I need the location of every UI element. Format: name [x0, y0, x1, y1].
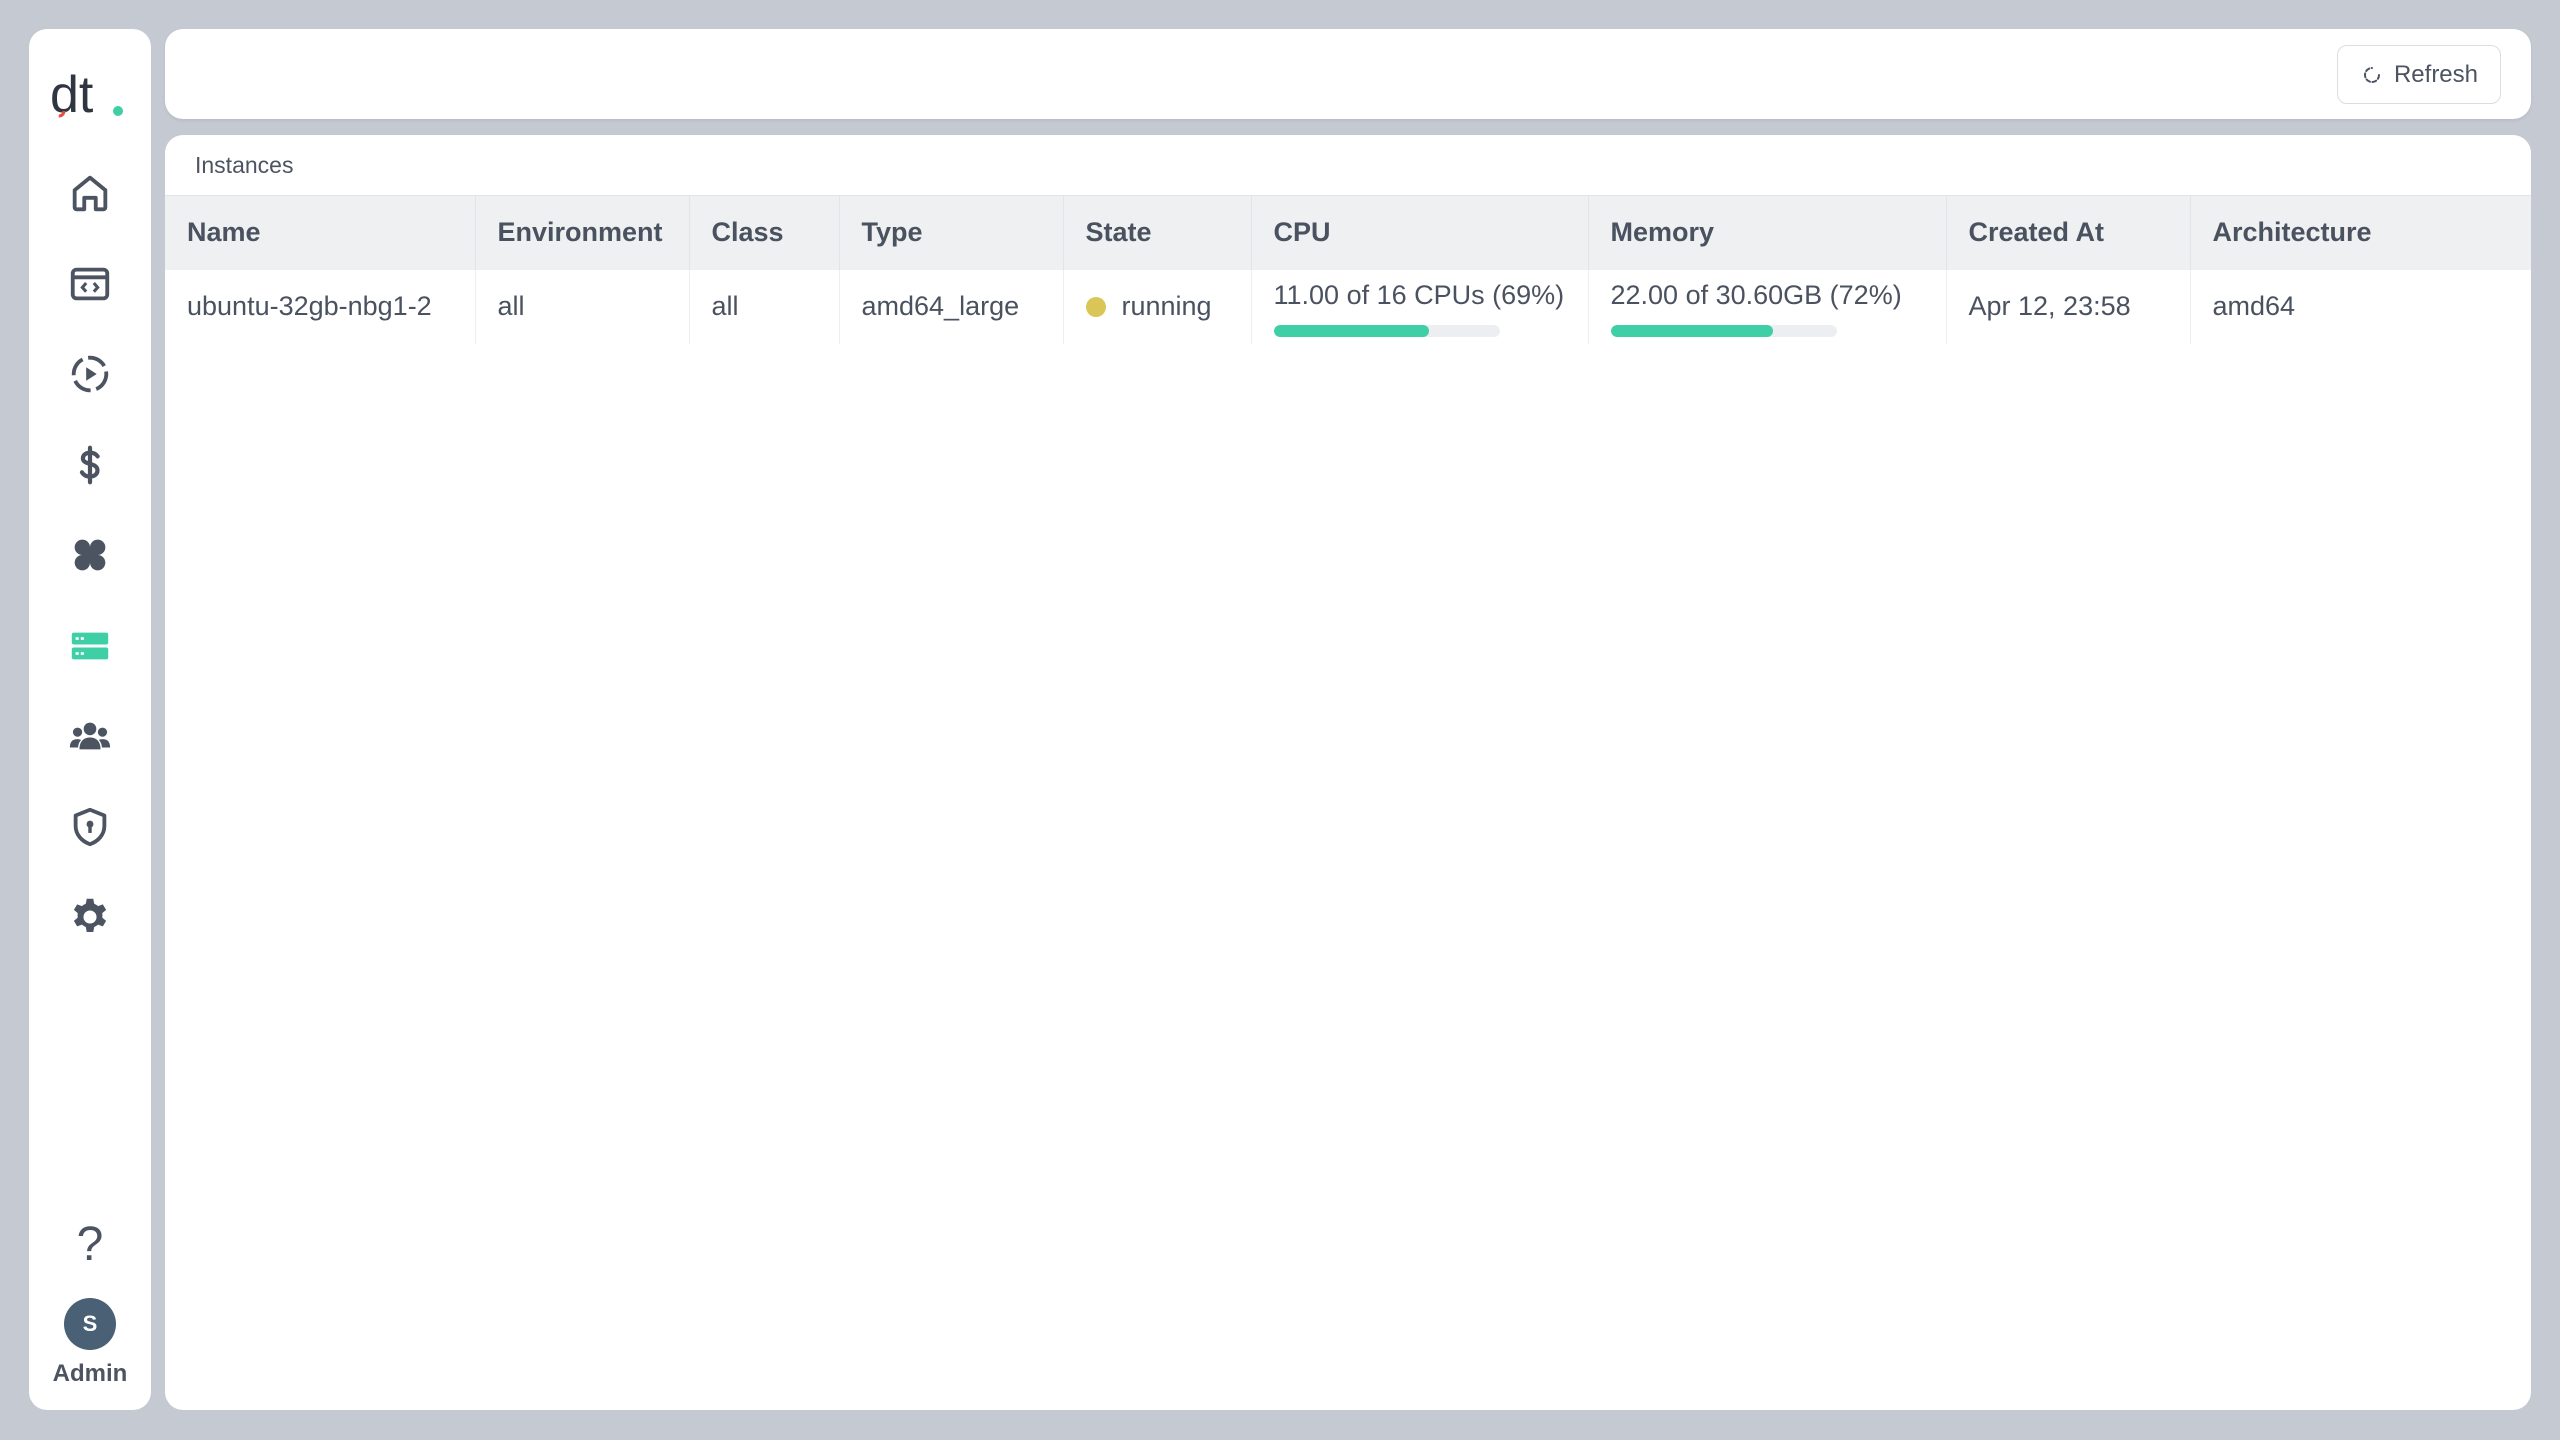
- sidebar-item-billing[interactable]: [50, 420, 130, 511]
- cell-architecture: amd64: [2212, 291, 2296, 321]
- column-header-name[interactable]: Name: [165, 195, 476, 270]
- sidebar-item-home[interactable]: [50, 148, 130, 239]
- sidebar-nav: [50, 148, 130, 963]
- sidebar-item-settings[interactable]: [50, 872, 130, 963]
- gear-icon: [73, 899, 107, 933]
- sidebar-item-code-window[interactable]: [50, 239, 130, 330]
- cell-type: amd64_large: [839, 269, 1064, 344]
- instances-table: Name Environment Class Type State CPU Me…: [165, 195, 2531, 344]
- column-header-cpu[interactable]: CPU: [1251, 195, 1589, 270]
- cpu-usage-text: 11.00 of 16 CPUs (69%): [1273, 280, 1565, 310]
- cell-state: running: [1063, 269, 1252, 344]
- cpu-usage-bar-fill: [1273, 325, 1430, 337]
- cell-name: ubuntu-32gb-nbg1-2: [165, 269, 476, 344]
- sidebar-bottom: ? S Admin: [50, 1204, 130, 1388]
- server-icon: [71, 632, 109, 660]
- logo-text: dt: [50, 66, 94, 124]
- cell-environment: all: [475, 269, 690, 344]
- dollar-icon: [79, 445, 100, 485]
- cpu-usage-bar: [1273, 325, 1500, 337]
- memory-usage-bar-fill: [1610, 325, 1774, 337]
- refresh-button-label: Refresh: [2393, 60, 2479, 88]
- topbar: Refresh: [165, 29, 2531, 119]
- help-icon[interactable]: ?: [50, 1204, 130, 1284]
- cell-created-at: Apr 12, 23:58: [1946, 269, 2191, 344]
- table-header-row: Name Environment Class Type State CPU Me…: [165, 195, 2531, 270]
- memory-usage-bar: [1610, 325, 1837, 337]
- column-header-class[interactable]: Class: [689, 195, 840, 270]
- memory-usage-text: 22.00 of 30.60GB (72%): [1610, 280, 1902, 310]
- state-label: running: [1121, 291, 1212, 321]
- column-header-memory[interactable]: Memory: [1588, 195, 1947, 270]
- sidebar-item-runs[interactable]: [50, 329, 130, 420]
- user-name: Admin: [52, 1360, 128, 1387]
- instances-panel: Instances Name Environment Class Type St…: [165, 135, 2531, 1410]
- cell-memory: 22.00 of 30.60GB (72%): [1588, 269, 1947, 344]
- shield-icon: [73, 807, 107, 846]
- refresh-button[interactable]: Refresh: [2337, 45, 2501, 104]
- code-window-icon: [70, 267, 110, 301]
- column-header-type[interactable]: Type: [839, 195, 1064, 270]
- avatar[interactable]: S: [64, 1298, 116, 1350]
- dt-logo-icon: dt: [50, 66, 123, 124]
- home-icon: [72, 176, 108, 212]
- sidebar: dt ? S Admin: [29, 29, 151, 1410]
- state-indicator-dot: [1085, 296, 1106, 317]
- refresh-icon: [2363, 66, 2380, 83]
- sidebar-item-apps[interactable]: [50, 510, 130, 601]
- cell-class: all: [689, 269, 840, 344]
- column-header-state[interactable]: State: [1063, 195, 1252, 270]
- table-row[interactable]: ubuntu-32gb-nbg1-2 all all amd64_large r…: [165, 269, 2531, 344]
- sidebar-item-users[interactable]: [50, 691, 130, 782]
- column-header-created-at[interactable]: Created At: [1946, 195, 2191, 270]
- clover-icon: [74, 539, 106, 571]
- cell-cpu: 11.00 of 16 CPUs (69%): [1251, 269, 1589, 344]
- column-header-architecture[interactable]: Architecture: [2190, 195, 2531, 270]
- sidebar-item-instances[interactable]: [50, 601, 130, 692]
- logo[interactable]: dt: [45, 54, 135, 134]
- sidebar-item-security[interactable]: [50, 782, 130, 873]
- play-circle-icon: [71, 356, 109, 393]
- column-header-environment[interactable]: Environment: [475, 195, 690, 270]
- users-icon: [69, 722, 111, 750]
- panel-title: Instances: [195, 151, 294, 178]
